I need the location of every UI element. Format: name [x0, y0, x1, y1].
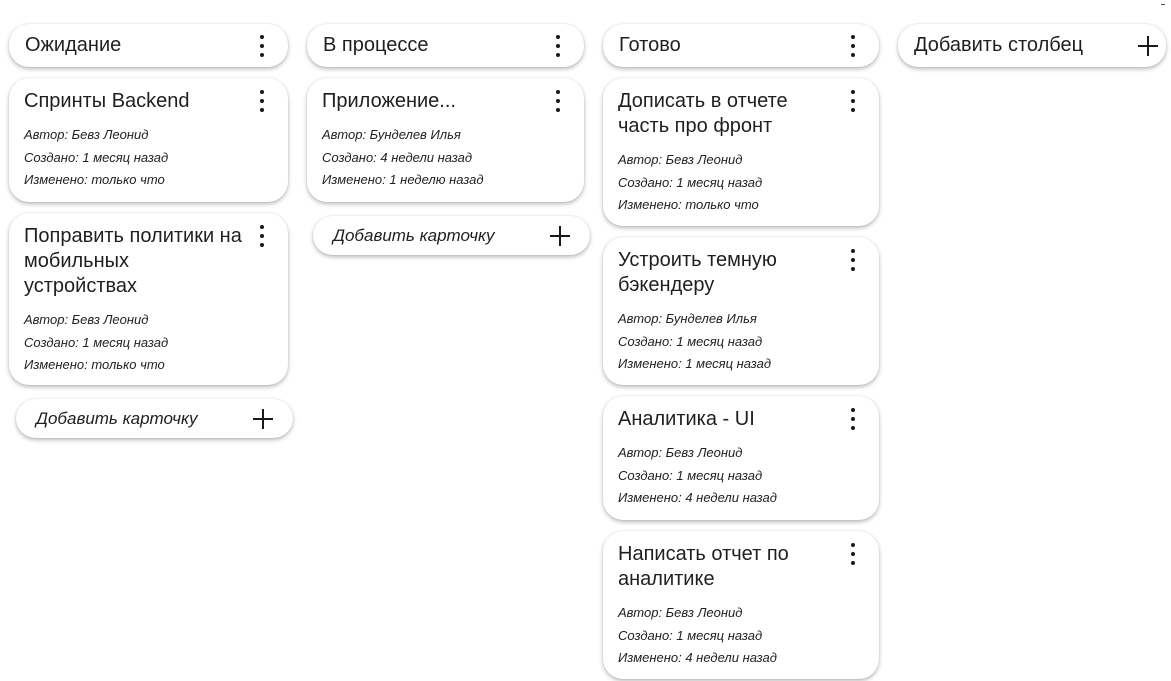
add-card-button[interactable]: Добавить карточку	[16, 399, 293, 438]
card-title: Написать отчет по аналитике	[618, 543, 789, 590]
kebab-menu-icon[interactable]	[848, 34, 858, 57]
card-title: Аналитика - UI	[618, 408, 755, 430]
task-card[interactable]: Устроить темную бэкендеру Автор: Бунделе…	[603, 237, 879, 385]
add-card-label: Добавить карточку	[333, 225, 495, 245]
kebab-menu-icon[interactable]	[257, 89, 267, 112]
task-card[interactable]: Написать отчет по аналитике Автор: Бевз …	[603, 531, 879, 679]
card-created: Создано: 1 месяц назад	[24, 334, 169, 350]
add-column-button[interactable]: Добавить столбец	[898, 24, 1166, 67]
kanban-board: Ожидание Спринты Backend Автор: Бевз Лео…	[0, 0, 1171, 681]
add-column-label: Добавить столбец	[914, 34, 1084, 56]
card-meta: Автор: Бунделев Илья Создано: 4 недели н…	[322, 124, 563, 192]
card-author: Автор: Бунделев Илья	[322, 127, 461, 142]
kebab-menu-icon[interactable]	[257, 34, 267, 57]
card-title: Спринты Backend	[24, 90, 190, 112]
columns-row: Ожидание Спринты Backend Автор: Бевз Лео…	[9, 10, 1171, 679]
card-modified: Изменено: 4 недели назад	[618, 490, 777, 505]
card-modified: Изменено: 1 неделю назад	[322, 172, 484, 187]
card-title: Поправить политики на мобильных устройст…	[24, 225, 242, 297]
task-card[interactable]: Спринты Backend Автор: Бевз Леонид Созда…	[9, 78, 288, 202]
card-created: Создано: 1 месяц назад	[24, 149, 169, 165]
kebab-menu-icon[interactable]	[553, 89, 563, 112]
card-author: Автор: Бевз Леонид	[618, 605, 743, 620]
card-meta: Автор: Бевз Леонид Создано: 1 месяц наза…	[618, 442, 858, 510]
column-done: Готово Дописать в отчете часть про фронт…	[603, 10, 879, 679]
kebab-menu-icon[interactable]	[848, 407, 858, 430]
task-card[interactable]: Дописать в отчете часть про фронт Автор:…	[603, 78, 879, 226]
plus-icon	[1138, 35, 1158, 56]
card-meta: Автор: Бевз Леонид Создано: 1 месяц наза…	[618, 149, 858, 217]
card-meta: Автор: Бевз Леонид Создано: 1 месяц наза…	[24, 309, 267, 377]
column-in-progress: В процессе Приложение... Автор: Бунделев…	[307, 10, 590, 255]
card-modified: Изменено: только что	[24, 172, 165, 187]
column-waiting: Ожидание Спринты Backend Автор: Бевз Лео…	[9, 10, 293, 438]
plus-icon	[253, 408, 273, 429]
card-created: Создано: 1 месяц назад	[618, 467, 763, 483]
card-created: Создано: 1 месяц назад	[618, 174, 763, 190]
card-meta: Автор: Бевз Леонид Создано: 1 месяц наза…	[24, 124, 267, 192]
column-title: Ожидание	[25, 34, 122, 56]
column-title: В процессе	[323, 34, 429, 56]
kebab-menu-icon[interactable]	[553, 34, 563, 57]
kebab-menu-icon[interactable]	[257, 224, 267, 247]
card-modified: Изменено: только что	[618, 197, 759, 212]
card-created: Создано: 1 месяц назад	[618, 333, 763, 349]
card-author: Автор: Бевз Леонид	[24, 312, 149, 327]
column-header[interactable]: Ожидание	[9, 24, 288, 67]
corner-mark	[1161, 4, 1165, 5]
kebab-menu-icon[interactable]	[848, 89, 858, 112]
add-card-label: Добавить карточку	[36, 408, 198, 428]
card-modified: Изменено: 4 недели назад	[618, 650, 777, 665]
card-modified: Изменено: 1 месяц назад	[618, 356, 772, 371]
card-title: Дописать в отчете часть про фронт	[618, 90, 788, 137]
plus-icon	[550, 225, 570, 246]
card-author: Автор: Бунделев Илья	[618, 311, 757, 326]
column-title: Готово	[619, 34, 681, 56]
card-author: Автор: Бевз Леонид	[618, 445, 743, 460]
kebab-menu-icon[interactable]	[848, 542, 858, 565]
column-header[interactable]: В процессе	[307, 24, 584, 67]
task-card[interactable]: Аналитика - UI Автор: Бевз Леонид Создан…	[603, 396, 879, 520]
card-author: Автор: Бевз Леонид	[24, 127, 149, 142]
card-title: Устроить темную бэкендеру	[618, 249, 777, 296]
card-title: Приложение...	[322, 90, 456, 112]
card-modified: Изменено: только что	[24, 357, 165, 372]
card-created: Создано: 1 месяц назад	[618, 627, 763, 643]
task-card[interactable]: Поправить политики на мобильных устройст…	[9, 213, 288, 385]
kebab-menu-icon[interactable]	[848, 248, 858, 271]
add-card-button[interactable]: Добавить карточку	[313, 216, 590, 255]
card-meta: Автор: Бунделев Илья Создано: 1 месяц на…	[618, 308, 858, 376]
card-meta: Автор: Бевз Леонид Создано: 1 месяц наза…	[618, 602, 858, 670]
task-card[interactable]: Приложение... Автор: Бунделев Илья Созда…	[307, 78, 584, 202]
card-author: Автор: Бевз Леонид	[618, 152, 743, 167]
column-header[interactable]: Готово	[603, 24, 879, 67]
card-created: Создано: 4 недели назад	[322, 149, 473, 165]
column-add: Добавить столбец	[898, 10, 1166, 67]
